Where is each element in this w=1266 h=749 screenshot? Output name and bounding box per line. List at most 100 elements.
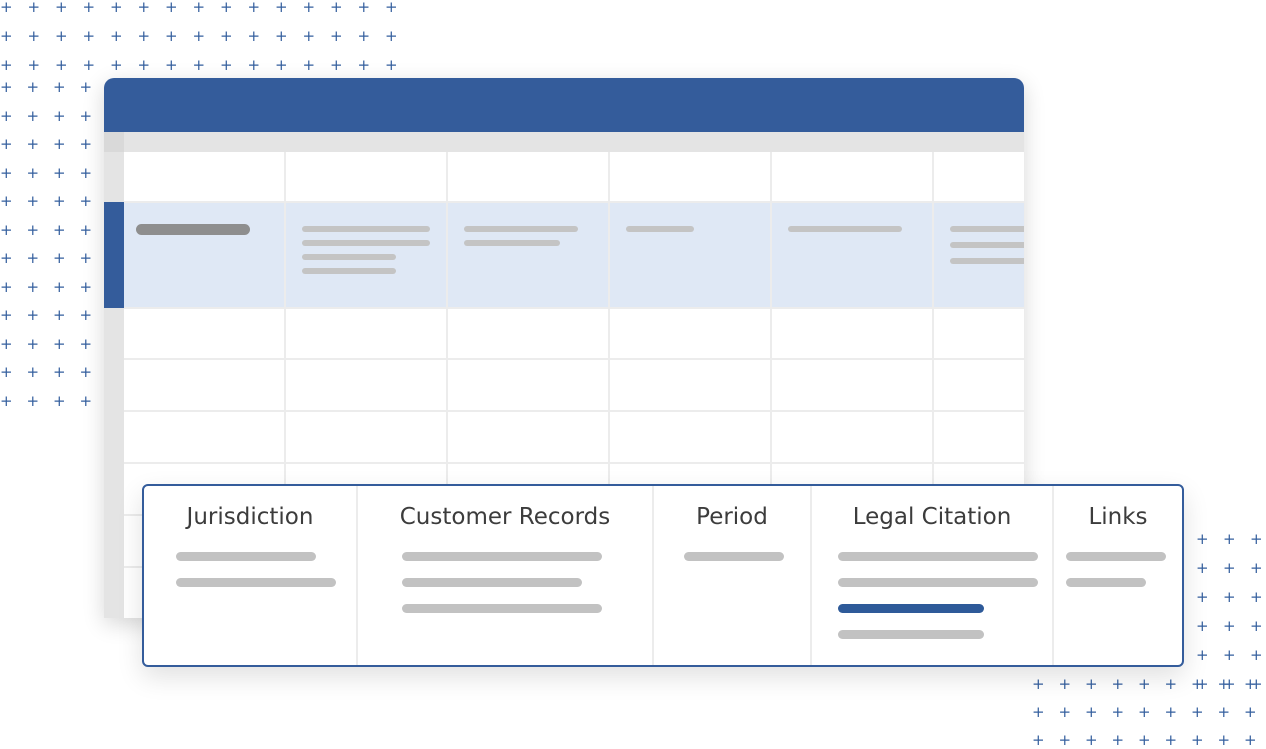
plus-icon: +	[26, 192, 40, 210]
plus-icon: +	[357, 56, 371, 74]
plus-icon: +	[1244, 675, 1257, 693]
selected-row[interactable]	[124, 202, 1024, 308]
selected-row-marker[interactable]	[104, 202, 124, 308]
plus-icon: +	[79, 192, 93, 210]
plus-icon: +	[302, 27, 316, 45]
plus-icon: +	[1058, 675, 1072, 693]
plus-icon: +	[1164, 675, 1178, 693]
plus-icon: +	[53, 391, 66, 410]
cell-text-placeholder	[464, 240, 560, 246]
spreadsheet-header	[104, 78, 1024, 132]
plus-icon: +	[53, 78, 66, 96]
plus-icon: +	[26, 391, 40, 410]
grid-line	[124, 201, 1024, 203]
column-title-jurisdiction: Jurisdiction	[186, 504, 314, 530]
plus-icon: +	[192, 56, 206, 74]
plus-icon: +	[82, 27, 96, 45]
text-placeholder	[838, 552, 1038, 561]
plus-icon: +	[1111, 703, 1125, 721]
cell-text-placeholder	[136, 224, 250, 235]
plus-icon: +	[79, 306, 93, 324]
plus-icon: +	[1223, 588, 1236, 606]
plus-icon: +	[53, 163, 66, 182]
plus-icon: +	[0, 27, 13, 45]
plus-icon: +	[1032, 703, 1045, 721]
plus-icon: +	[1250, 646, 1263, 664]
plus-icon: +	[192, 27, 206, 45]
text-placeholder	[1066, 552, 1166, 561]
cell-text-placeholder	[950, 226, 1024, 232]
plus-icon: +	[0, 56, 13, 74]
text-placeholder	[1066, 578, 1146, 587]
plus-icon: +	[79, 363, 93, 381]
plus-icon: +	[1223, 530, 1236, 548]
plus-icon: +	[1250, 617, 1263, 635]
plus-icon: +	[192, 0, 206, 16]
text-placeholder	[684, 552, 784, 561]
plus-icon: +	[1164, 703, 1178, 721]
plus-icon: +	[275, 56, 288, 74]
column-title-customer-records: Customer Records	[399, 504, 611, 530]
plus-icon: +	[1223, 617, 1236, 635]
plus-icon: +	[0, 277, 13, 296]
plus-icon: +	[26, 220, 40, 239]
plus-icon: +	[27, 56, 41, 74]
plus-icon: +	[53, 334, 66, 353]
plus-icon: +	[26, 363, 40, 381]
plus-icon: +	[55, 27, 68, 45]
plus-icon: +	[1196, 559, 1209, 577]
plus-icon: +	[0, 78, 13, 96]
cell-text-placeholder	[626, 226, 694, 232]
plus-icon: +	[1223, 559, 1236, 577]
plus-icon: +	[55, 56, 68, 74]
text-placeholder	[176, 578, 336, 587]
plus-icon: +	[275, 27, 288, 45]
plus-icon: +	[0, 391, 13, 410]
plus-icon: +	[110, 56, 123, 74]
column-period: Period	[654, 486, 810, 665]
plus-icon: +	[302, 0, 316, 16]
plus-icon: +	[385, 0, 398, 16]
cell-text-placeholder	[950, 242, 1024, 248]
plus-icon: +	[1196, 588, 1209, 606]
cell-text-placeholder	[950, 258, 1024, 264]
plus-icon: +	[79, 220, 93, 239]
plus-icon: +	[26, 163, 40, 182]
plus-icon: +	[79, 163, 93, 182]
cell-text-placeholder	[302, 268, 396, 274]
plus-icon: +	[247, 0, 261, 16]
column-title-period: Period	[696, 504, 768, 530]
plus-icon: +	[357, 27, 371, 45]
plus-icon: +	[385, 56, 398, 74]
grid-line	[124, 307, 1024, 309]
plus-icon: +	[79, 334, 93, 353]
column-header-bar	[104, 132, 1024, 152]
plus-icon: +	[27, 0, 41, 16]
plus-icon: +	[1085, 703, 1098, 721]
plus-icon: +	[26, 106, 40, 125]
citation-link-placeholder[interactable]	[838, 604, 984, 613]
text-placeholder	[176, 552, 316, 561]
grid-line	[124, 410, 1024, 412]
plus-icon: +	[53, 192, 66, 210]
plus-icon: +	[1196, 530, 1209, 548]
plus-icon: +	[53, 220, 66, 239]
plus-icon: +	[82, 56, 96, 74]
plus-icon: +	[26, 334, 40, 353]
plus-icon: +	[302, 56, 316, 74]
plus-icon: +	[385, 27, 398, 45]
record-detail-card: Jurisdiction Customer Records Period Leg…	[142, 484, 1184, 667]
text-placeholder	[838, 630, 984, 639]
select-all-corner[interactable]	[104, 132, 124, 152]
plus-icon: +	[220, 0, 233, 16]
plus-icon: +	[1217, 675, 1231, 693]
plus-icon: +	[110, 0, 123, 16]
plus-icon: +	[79, 135, 93, 153]
plus-icon: +	[1111, 675, 1125, 693]
plus-icon: +	[79, 391, 93, 410]
plus-icon: +	[0, 334, 13, 353]
plus-icon: +	[26, 135, 40, 153]
column-jurisdiction: Jurisdiction	[144, 486, 356, 665]
cell-text-placeholder	[302, 226, 430, 232]
cell-text-placeholder	[302, 254, 396, 260]
